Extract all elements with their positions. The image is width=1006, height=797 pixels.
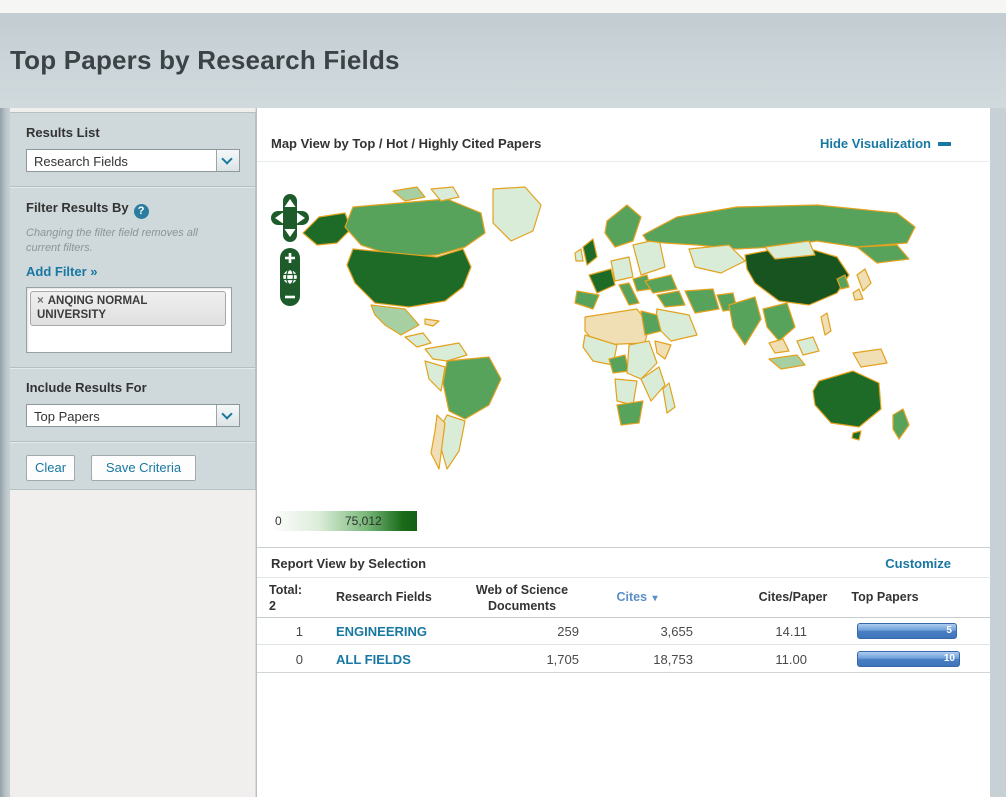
world-choropleth-map[interactable] bbox=[297, 183, 927, 473]
country-nigeria bbox=[609, 355, 629, 373]
country-france bbox=[589, 269, 615, 293]
column-header-wos-documents[interactable]: Web of Science Documents bbox=[462, 583, 582, 614]
main-panel: Map View by Top / Hot / Highly Cited Pap… bbox=[256, 108, 990, 797]
hide-visualization-link[interactable]: Hide Visualization bbox=[820, 136, 951, 151]
page-header: Top Papers by Research Fields bbox=[0, 15, 1006, 108]
browser-top-strip bbox=[0, 0, 1006, 14]
include-results-selected-value: Top Papers bbox=[34, 409, 100, 424]
country-mexico bbox=[371, 305, 419, 335]
report-view-title: Report View by Selection bbox=[271, 556, 426, 571]
minus-icon bbox=[938, 142, 951, 146]
country-saudi-arabia bbox=[655, 309, 697, 341]
cites-per-paper-value: 14.11 bbox=[685, 624, 807, 639]
country-chile bbox=[431, 415, 445, 469]
country-russia bbox=[643, 205, 915, 249]
country-brazil bbox=[443, 357, 501, 419]
save-criteria-button[interactable]: Save Criteria bbox=[91, 455, 196, 481]
cites-value: 18,753 bbox=[571, 652, 693, 667]
filter-tag[interactable]: ×ANQING NORMAL UNIVERSITY bbox=[30, 291, 226, 327]
country-japan bbox=[857, 269, 871, 291]
results-list-selected-value: Research Fields bbox=[34, 154, 128, 169]
add-filter-link[interactable]: Add Filter » bbox=[26, 264, 98, 279]
sort-descending-icon: ▾ bbox=[653, 593, 658, 604]
results-list-label: Results List bbox=[26, 125, 241, 140]
customize-link[interactable]: Customize bbox=[885, 556, 951, 571]
column-header-cites[interactable]: Cites ▾ bbox=[587, 590, 687, 606]
help-icon[interactable]: ? bbox=[134, 204, 149, 219]
chevron-down-icon[interactable] bbox=[216, 150, 239, 171]
cites-per-paper-value: 11.00 bbox=[685, 652, 807, 667]
country-alaska bbox=[303, 213, 351, 245]
legend-min-value: 0 bbox=[275, 514, 282, 528]
page-title: Top Papers by Research Fields bbox=[10, 45, 400, 76]
country-canada bbox=[345, 199, 485, 257]
top-papers-bar: 10 bbox=[857, 651, 960, 667]
table-row: 1 ENGINEERING 259 3,655 14.11 5 bbox=[257, 618, 991, 645]
country-indonesia bbox=[769, 355, 805, 369]
remove-filter-icon[interactable]: × bbox=[37, 295, 44, 307]
results-list-section: Results List Research Fields bbox=[10, 113, 255, 186]
filter-tag-label: ANQING NORMAL UNIVERSITY bbox=[37, 295, 147, 321]
filter-note: Changing the filter field removes all cu… bbox=[26, 226, 226, 256]
column-header-research-fields[interactable]: Research Fields bbox=[336, 590, 432, 606]
country-south-africa bbox=[617, 401, 643, 425]
top-papers-bar: 5 bbox=[857, 623, 957, 639]
country-usa bbox=[347, 249, 471, 307]
include-results-select[interactable]: Top Papers bbox=[26, 404, 240, 427]
choropleth-legend: 0 75,012 bbox=[273, 511, 417, 531]
sidebar-actions: Clear Save Criteria bbox=[10, 441, 255, 495]
clear-button[interactable]: Clear bbox=[26, 455, 75, 481]
country-madagascar bbox=[663, 383, 675, 413]
country-australia bbox=[813, 371, 881, 427]
total-count: Total: 2 bbox=[269, 583, 302, 614]
country-uk bbox=[583, 239, 597, 265]
map-view-title: Map View by Top / Hot / Highly Cited Pap… bbox=[271, 136, 541, 151]
country-india bbox=[729, 297, 761, 345]
chevron-down-icon[interactable] bbox=[216, 405, 239, 426]
country-papua-new-guinea bbox=[853, 349, 887, 367]
row-index: 0 bbox=[257, 652, 303, 667]
documents-value: 259 bbox=[457, 624, 579, 639]
include-results-label: Include Results For bbox=[26, 380, 241, 395]
country-iran bbox=[685, 289, 719, 313]
filter-results-label: Filter Results By bbox=[26, 200, 129, 215]
table-row: 0 ALL FIELDS 1,705 18,753 11.00 10 bbox=[257, 646, 991, 673]
results-list-select[interactable]: Research Fields bbox=[26, 149, 240, 172]
filter-results-section: Filter Results By? Changing the filter f… bbox=[10, 186, 255, 367]
include-results-section: Include Results For Top Papers bbox=[10, 367, 255, 441]
filters-sidebar: Results List Research Fields Filter Resu… bbox=[10, 112, 256, 490]
results-table-header: Total: 2 Research Fields Web of Science … bbox=[257, 578, 991, 618]
map-view-header: Map View by Top / Hot / Highly Cited Pap… bbox=[257, 128, 991, 162]
documents-value: 1,705 bbox=[457, 652, 579, 667]
active-filters-listbox: ×ANQING NORMAL UNIVERSITY bbox=[26, 287, 232, 353]
left-edge-gutter bbox=[0, 108, 10, 797]
column-header-top-papers[interactable]: Top Papers bbox=[835, 590, 935, 606]
country-greenland bbox=[493, 187, 541, 241]
row-index: 1 bbox=[257, 624, 303, 639]
country-new-zealand bbox=[893, 409, 909, 439]
cites-value: 3,655 bbox=[571, 624, 693, 639]
column-header-cites-per-paper[interactable]: Cites/Paper bbox=[743, 590, 843, 606]
report-view-header: Report View by Selection Customize bbox=[257, 547, 991, 578]
legend-max-value: 75,012 bbox=[345, 514, 382, 528]
